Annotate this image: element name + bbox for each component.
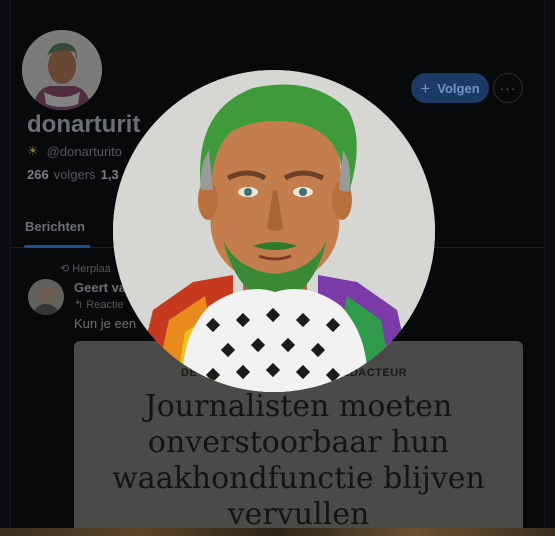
article-headline: Journalisten moeten onverstoorbaar hun w… [112,389,485,532]
reply-text: Reactie [86,299,124,311]
repost-icon: ⟲ [60,263,70,275]
post-author-avatar[interactable] [28,279,64,315]
post-avatar-image [28,279,64,315]
followers-count: 266 [27,167,49,182]
enlarged-avatar-image [113,70,435,392]
tab-posts[interactable]: Berichten [25,219,85,234]
more-options-button[interactable]: ··· [493,73,523,103]
plus-icon: + [420,78,431,98]
profile-handle: @donarturito [46,143,123,159]
avatar-portrait-image [22,30,102,110]
profile-avatar[interactable] [22,30,102,110]
bottom-edge-strip [0,528,555,536]
ellipsis-icon: ··· [499,80,517,96]
following-count: 1,3 [100,167,119,182]
post-author-name[interactable]: Geert va [74,280,126,295]
profile-stats[interactable]: 266 volgers 1,3 [27,167,119,182]
followers-label: volgers [53,167,96,182]
profile-display-name: donarturit [27,111,141,138]
post-text: Kun je een [74,316,137,331]
profile-handle-row: ☀ @donarturito [27,143,122,159]
active-tab-indicator [24,245,90,248]
sun-icon: ☀ [27,143,39,158]
repost-label: ⟲ Herplaa [60,262,111,275]
repost-text: Herplaa [72,263,111,275]
reply-label: ↰ Reactie [74,298,124,311]
enlarged-avatar[interactable] [113,70,435,392]
reply-icon: ↰ [74,299,84,311]
follow-button[interactable]: + Volgen [411,73,489,103]
follow-label: Volgen [437,80,480,96]
